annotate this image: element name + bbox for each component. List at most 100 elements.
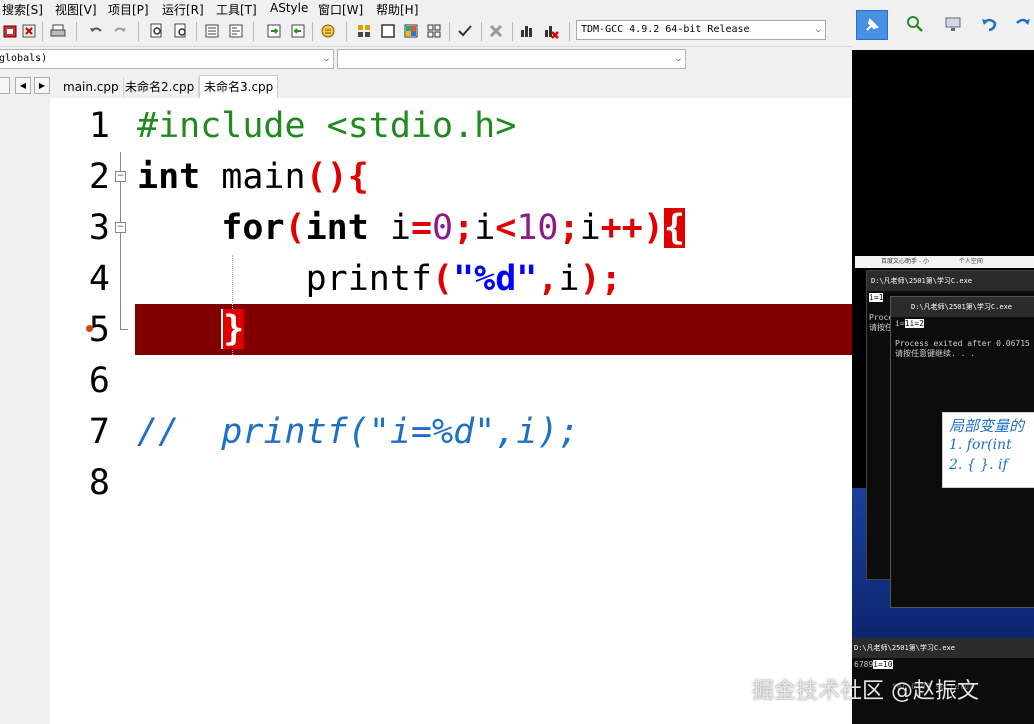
code-line-5: } <box>137 304 245 355</box>
debug-icon[interactable] <box>0 21 20 41</box>
code-token-symbol: = <box>410 208 433 248</box>
toolbar: TDM-GCC 4.9.2 64-bit Release ⌵ <box>0 17 852 47</box>
menu-window[interactable]: 窗口[W] <box>318 1 363 18</box>
code-token-keyword: int <box>305 208 369 248</box>
chevron-down-icon: ⌵ <box>815 25 821 35</box>
member-scope-select[interactable]: ⌵ <box>337 49 686 69</box>
code-editor[interactable]: 1 2 3 4 5 6 7 8 − − #include <stdio.h> i… <box>0 98 852 724</box>
code-token-identifier: i <box>579 208 601 248</box>
fold-guide-end <box>120 329 128 330</box>
console-selected-text: i=10 <box>873 660 893 669</box>
tab-label: 未命名2.cpp <box>125 80 195 94</box>
fold-toggle-for[interactable]: − <box>115 222 126 233</box>
close-file-icon[interactable] <box>19 21 39 41</box>
line-number: 7 <box>88 412 110 452</box>
breakpoint-marker-icon[interactable] <box>86 325 93 332</box>
matched-brace-highlight: } <box>221 309 245 349</box>
chevron-down-icon: ⌵ <box>675 54 681 64</box>
code-token-brace: { <box>347 157 369 197</box>
zoom-icon[interactable] <box>900 10 930 38</box>
project-panel-edge <box>0 98 50 724</box>
watermark-text: 掘金技术社区 @赵振文 <box>752 679 979 704</box>
console-title: D:\凡老师\2501第\学习C.exe <box>871 277 973 285</box>
file-tab-bar: ◀ ▶ main.cpp 未命名2.cpp 未命名3.cpp <box>0 74 852 99</box>
code-token-number: 0 <box>432 208 454 248</box>
tab-scroll-right-button[interactable]: ▶ <box>34 77 50 94</box>
console-text: i=1 <box>869 293 884 302</box>
browser-tab[interactable]: 个人空间 <box>959 258 983 265</box>
console-output-line: i=1 <box>869 293 884 302</box>
goto-icon[interactable] <box>202 21 222 41</box>
fold-toggle-main[interactable]: − <box>115 171 126 182</box>
console-titlebar: D:\凡老师\2501第\学习C.exe <box>891 297 1034 317</box>
menu-view[interactable]: 视图[V] <box>55 1 97 18</box>
ide-window: 搜索[S] 视图[V] 项目[P] 运行[R] 工具[T] AStyle 窗口[… <box>0 0 852 724</box>
chevron-down-icon: ⌵ <box>323 54 329 64</box>
tab-untitled-2[interactable]: 未命名2.cpp <box>121 77 200 97</box>
color-icon[interactable] <box>401 21 421 41</box>
profile-icon[interactable] <box>541 21 561 41</box>
replace-icon[interactable] <box>171 21 191 41</box>
line-number: 1 <box>88 106 110 146</box>
toggle-comment-icon[interactable] <box>318 21 338 41</box>
grid-icon[interactable] <box>424 21 444 41</box>
code-token-symbol: ; <box>558 208 580 248</box>
full-screen-icon[interactable] <box>378 21 398 41</box>
class-scope-value: globals) <box>0 53 48 64</box>
tab-label: 未命名3.cpp <box>204 80 274 94</box>
menu-bar: 搜索[S] 视图[V] 项目[P] 运行[R] 工具[T] AStyle 窗口[… <box>0 0 852 17</box>
browser-tab[interactable]: 百度文心助手 - 小 <box>881 258 929 265</box>
undo-icon[interactable] <box>974 10 1004 38</box>
display-icon[interactable] <box>938 10 968 38</box>
note-popup: 局部变量的 1. for(int 2. { }. if <box>942 412 1034 488</box>
tab-scroll-handle[interactable] <box>0 77 10 94</box>
redo-icon[interactable] <box>110 21 130 41</box>
code-token-identifier: i <box>474 208 496 248</box>
compiler-select[interactable]: TDM-GCC 4.9.2 64-bit Release ⌵ <box>576 20 826 40</box>
layout-icon[interactable] <box>354 21 374 41</box>
check-syntax-icon[interactable] <box>455 21 475 41</box>
console-text: 6789 <box>854 660 874 669</box>
stop-icon[interactable] <box>486 21 506 41</box>
note-item: 1. for(int <box>949 437 1012 453</box>
code-token-symbol: ; <box>453 208 475 248</box>
code-token-symbol: ( <box>432 259 454 299</box>
console-title: D:\凡老师\2501第\学习C.exe <box>854 644 956 652</box>
console-title: D:\凡老师\2501第\学习C.exe <box>911 303 1013 311</box>
undo-icon[interactable] <box>86 21 106 41</box>
menu-project[interactable]: 项目[P] <box>108 1 149 18</box>
code-token-symbol: ); <box>579 259 622 299</box>
tab-untitled-3[interactable]: 未命名3.cpp <box>199 75 279 99</box>
pin-icon[interactable] <box>856 10 888 40</box>
menu-search[interactable]: 搜索[S] <box>2 1 43 18</box>
line-number: 6 <box>88 361 110 401</box>
line-number: 5 <box>88 310 110 350</box>
menu-astyle[interactable]: AStyle <box>270 1 308 15</box>
code-token-symbol: < <box>495 208 517 248</box>
console-text: i= <box>895 319 905 328</box>
chart-icon[interactable] <box>517 21 537 41</box>
line-number: 4 <box>88 259 110 299</box>
tab-label: main.cpp <box>63 80 119 94</box>
redo-icon[interactable] <box>1008 10 1034 38</box>
indent-icon[interactable] <box>264 21 284 41</box>
find-icon[interactable] <box>147 21 167 41</box>
code-token-symbol: ) <box>642 208 664 248</box>
code-token-symbol: ( <box>284 208 306 248</box>
print-icon[interactable] <box>48 21 68 41</box>
menu-tools[interactable]: 工具[T] <box>216 1 257 18</box>
tab-main-cpp[interactable]: main.cpp <box>59 77 124 97</box>
remote-desktop-panel: 百度文心助手 - 小 个人空间 D:\凡老师\2501第\学习C.exe i=1… <box>852 0 1034 724</box>
menu-run[interactable]: 运行[R] <box>162 1 204 18</box>
class-scope-select[interactable]: globals) ⌵ <box>0 49 334 69</box>
vm-toolbar <box>852 0 1034 50</box>
code-token-header: <stdio.h> <box>305 106 517 146</box>
browser-tab-strip: 百度文心助手 - 小 个人空间 <box>855 256 1034 268</box>
note-item: 2. { }. if <box>949 457 1008 473</box>
unindent-icon[interactable] <box>288 21 308 41</box>
matched-brace-highlight: { <box>663 208 685 248</box>
console-output-line: Process exited after 0.06715 se <box>895 339 1034 348</box>
bookmark-icon[interactable] <box>226 21 246 41</box>
tab-scroll-left-button[interactable]: ◀ <box>15 77 31 94</box>
menu-help[interactable]: 帮助[H] <box>376 1 418 18</box>
